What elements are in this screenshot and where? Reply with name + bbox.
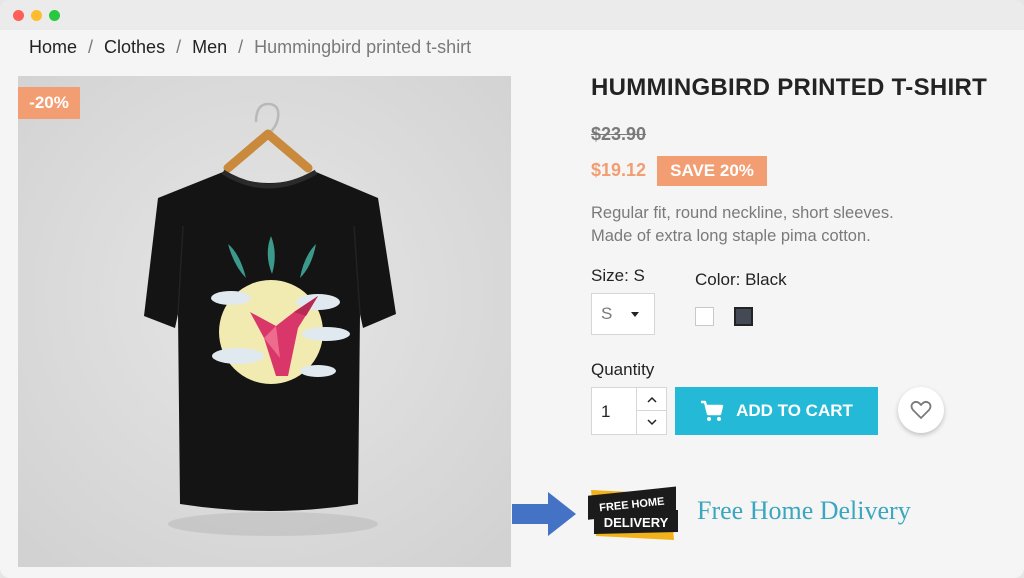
tshirt-hummingbird-image: [18, 76, 511, 567]
regular-price: $23.90: [591, 124, 647, 144]
color-label: Color: Black: [695, 270, 787, 289]
size-label: Size: S: [591, 266, 645, 285]
breadcrumb: Home / Clothes / Men / Hummingbird print…: [29, 37, 471, 58]
chevron-down-icon: [631, 312, 639, 317]
save-badge: SAVE 20%: [657, 156, 767, 186]
quantity-increase-button[interactable]: [636, 388, 667, 411]
arrow-right-icon: [512, 492, 576, 536]
breadcrumb-men[interactable]: Men: [192, 37, 227, 58]
quantity-stepper: 1: [591, 387, 667, 435]
free-delivery-logo: FREE HOME DELIVERY: [586, 486, 686, 549]
free-delivery-text: Free Home Delivery: [697, 496, 911, 525]
cart-icon: [701, 400, 724, 421]
chevron-up-icon: [647, 396, 657, 403]
close-window-button[interactable]: [13, 10, 24, 21]
breadcrumb-clothes[interactable]: Clothes: [104, 37, 165, 58]
add-to-cart-button[interactable]: ADD TO CART: [675, 387, 878, 435]
size-select[interactable]: S: [591, 293, 655, 335]
quantity-label: Quantity: [591, 360, 655, 379]
minimize-window-button[interactable]: [31, 10, 42, 21]
heart-icon: [910, 400, 932, 419]
discount-flag: -20%: [18, 87, 80, 119]
chevron-down-icon: [647, 419, 657, 426]
breadcrumb-separator: /: [176, 37, 182, 57]
breadcrumb-current: Hummingbird printed t-shirt: [254, 37, 472, 57]
product-description: Regular fit, round neckline, short sleev…: [591, 202, 894, 248]
color-swatch-white[interactable]: [695, 307, 714, 326]
color-swatch-black[interactable]: [734, 307, 753, 326]
description-line: Made of extra long staple pima cotton.: [591, 227, 871, 245]
product-title: HUMMINGBIRD PRINTED T-SHIRT: [591, 74, 988, 101]
maximize-window-button[interactable]: [49, 10, 60, 21]
sale-price: $19.12: [591, 160, 647, 180]
description-line: Regular fit, round neckline, short sleev…: [591, 204, 894, 222]
breadcrumb-separator: /: [88, 37, 94, 57]
breadcrumb-separator: /: [238, 37, 244, 57]
quantity-decrease-button[interactable]: [636, 411, 667, 434]
title-bar: [0, 0, 1024, 30]
product-image[interactable]: [18, 76, 511, 567]
logo-line2: DELIVERY: [604, 515, 669, 530]
quantity-input[interactable]: 1: [601, 402, 610, 422]
browser-window: Home / Clothes / Men / Hummingbird print…: [0, 0, 1024, 578]
size-select-value: S: [601, 304, 613, 323]
wishlist-button[interactable]: [898, 387, 944, 433]
add-to-cart-label: ADD TO CART: [736, 401, 853, 420]
breadcrumb-home[interactable]: Home: [29, 37, 77, 58]
